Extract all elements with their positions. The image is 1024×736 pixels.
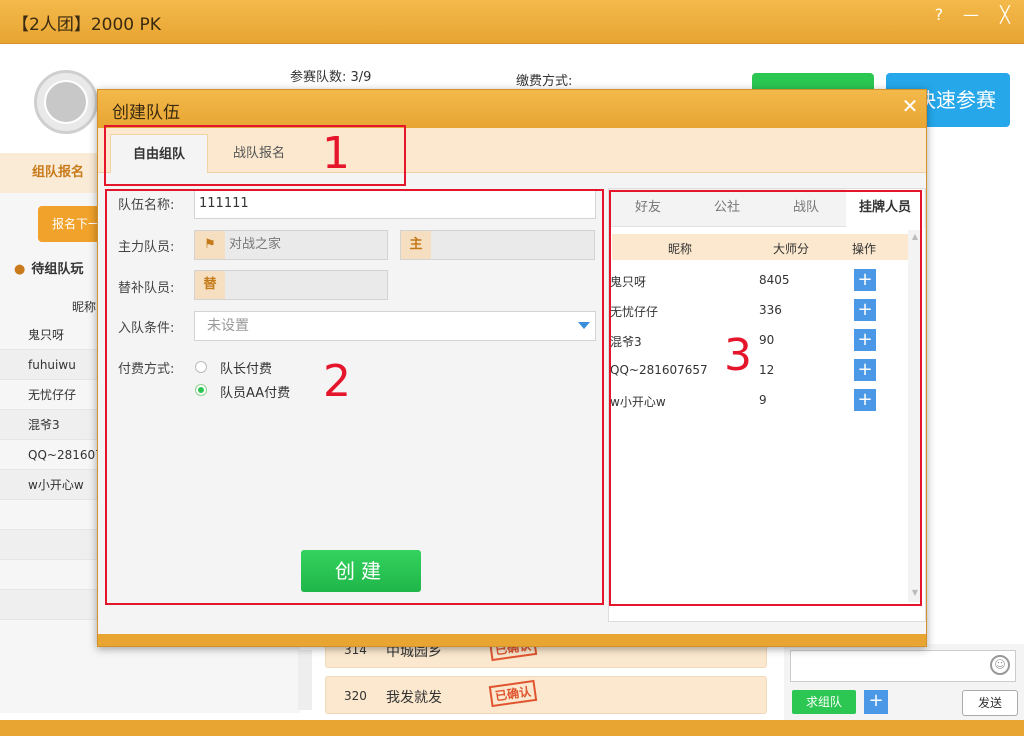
help-button[interactable]: ? xyxy=(924,4,954,28)
nick-header: 昵称 xyxy=(72,300,97,314)
list-item[interactable]: w小开心w xyxy=(0,470,100,500)
tab-team-signup[interactable]: 组队报名 xyxy=(0,153,100,193)
dialog-title-bar xyxy=(98,90,926,128)
send-button[interactable]: 发送 xyxy=(962,690,1018,716)
avatar xyxy=(44,80,88,124)
list-item[interactable]: QQ~281607657 xyxy=(0,440,100,470)
confirmed-stamp: 已确认 xyxy=(488,679,538,708)
dialog-title: 创建队伍 xyxy=(112,103,180,123)
list-item xyxy=(0,590,100,620)
list-item[interactable]: 混爷3 xyxy=(0,410,100,440)
emoji-icon[interactable]: ☺ xyxy=(990,655,1010,675)
team-number: 320 xyxy=(344,689,367,703)
annotation-box-1 xyxy=(104,125,406,186)
minimize-button[interactable]: — xyxy=(956,4,986,28)
list-item[interactable]: 无忧仔仔 xyxy=(0,380,100,410)
list-item xyxy=(0,560,100,590)
window-title: 【2人团】2000 PK xyxy=(12,15,161,35)
scrollbar[interactable] xyxy=(298,650,312,710)
annotation-number-2: 2 xyxy=(323,356,351,407)
team-name: 我发就发 xyxy=(386,690,442,706)
dialog-close-button[interactable]: ✕ xyxy=(896,92,924,120)
seek-team-button[interactable]: 求组队 xyxy=(792,690,856,714)
chat-input[interactable] xyxy=(790,650,1016,682)
report-next-button[interactable]: 报名下一 xyxy=(38,206,100,242)
annotation-box-3 xyxy=(609,190,922,606)
team-count: 参赛队数: 3/9 xyxy=(290,70,372,85)
list-item xyxy=(0,530,100,560)
waiting-label: ● 待组队玩 xyxy=(14,262,84,277)
fee-mode: 缴费方式: xyxy=(516,74,573,89)
list-item[interactable]: 鬼只呀 xyxy=(0,320,100,350)
annotation-number-1: 1 xyxy=(322,128,350,179)
user-icon: ● xyxy=(14,262,26,277)
confirmed-row[interactable]: 320 我发就发 已确认 xyxy=(325,676,767,714)
add-icon[interactable]: + xyxy=(864,690,888,714)
annotation-number-3: 3 xyxy=(724,330,752,381)
dialog-bottom-bar xyxy=(98,634,926,646)
list-item[interactable]: fuhuiwu xyxy=(0,350,100,380)
list-item xyxy=(0,500,100,530)
annotation-box-2 xyxy=(105,189,604,605)
bottom-bar xyxy=(0,720,1024,736)
close-button[interactable]: ╳ xyxy=(990,4,1020,28)
